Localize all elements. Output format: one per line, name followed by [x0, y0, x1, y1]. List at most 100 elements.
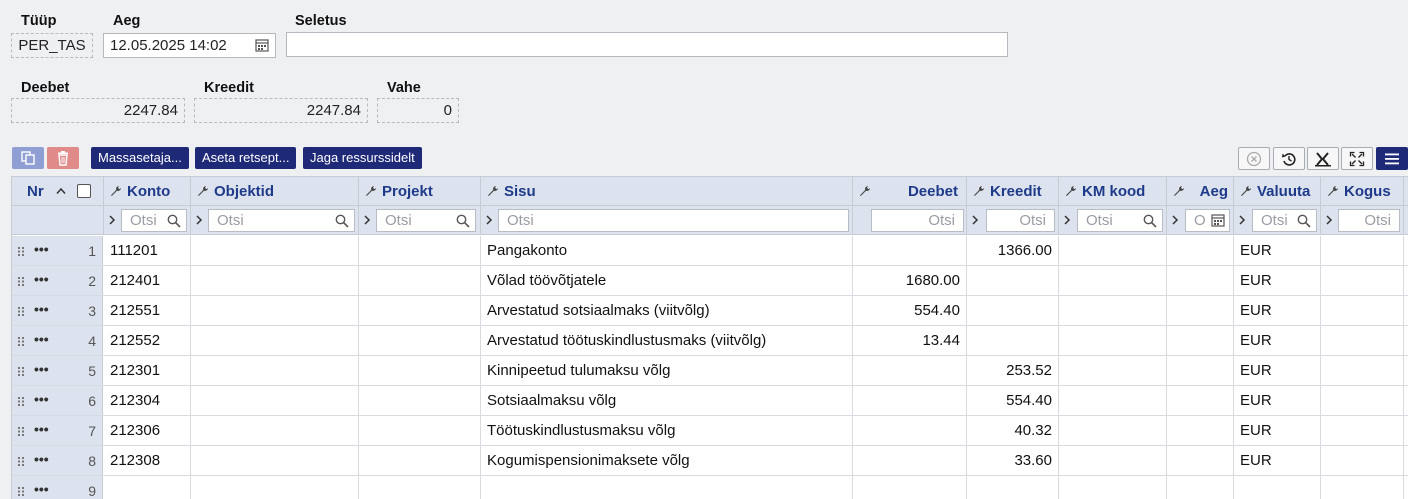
- cell-projekt[interactable]: [359, 296, 481, 325]
- filter-input-kreedit[interactable]: Otsi: [986, 209, 1055, 232]
- column-header-projekt[interactable]: Projekt: [359, 177, 481, 206]
- cell-km-kood[interactable]: [1059, 386, 1167, 415]
- cell-aeg[interactable]: [1167, 446, 1234, 475]
- cell-projekt[interactable]: [359, 236, 481, 265]
- column-header-nr[interactable]: Nr: [12, 177, 104, 206]
- excel-export-button[interactable]: [1307, 147, 1339, 170]
- cell-kreedit[interactable]: 33.60: [967, 446, 1059, 475]
- filter-input-konto[interactable]: Otsi: [121, 209, 187, 232]
- cell-valuuta[interactable]: EUR: [1234, 236, 1321, 265]
- cell-valuuta[interactable]: EUR: [1234, 356, 1321, 385]
- undo-button[interactable]: [1273, 147, 1305, 170]
- cell-kreedit[interactable]: 1366.00: [967, 236, 1059, 265]
- cell-projekt[interactable]: [359, 416, 481, 445]
- cell-aeg[interactable]: [1167, 326, 1234, 355]
- row-menu-icon[interactable]: •••: [34, 416, 49, 442]
- table-row[interactable]: ••• 8 212308 Kogumispensionimaksete võlg 33.…: [12, 446, 1408, 476]
- table-row[interactable]: ••• 7 212306 Töötuskindlustusmaksu võlg 40.3…: [12, 416, 1408, 446]
- cell-sisu[interactable]: Pangakonto: [481, 236, 853, 265]
- row-menu-icon[interactable]: •••: [34, 386, 49, 412]
- cell-konto[interactable]: 212308: [104, 446, 191, 475]
- drag-handle-icon[interactable]: [18, 307, 24, 316]
- cell-kreedit[interactable]: [967, 326, 1059, 355]
- cell-objektid[interactable]: [191, 326, 359, 355]
- cell-valuuta[interactable]: EUR: [1234, 296, 1321, 325]
- cell-kreedit[interactable]: [967, 296, 1059, 325]
- table-row[interactable]: ••• 4 212552 Arvestatud töötuskindlustusmak…: [12, 326, 1408, 356]
- chevron-right-icon[interactable]: [195, 214, 203, 226]
- fullscreen-button[interactable]: [1341, 147, 1373, 170]
- select-all-checkbox[interactable]: [77, 184, 91, 198]
- cell-konto[interactable]: 111201: [104, 236, 191, 265]
- chevron-right-icon[interactable]: [1063, 214, 1071, 226]
- table-row[interactable]: ••• 3 212551 Arvestatud sotsiaalmaks (viitv…: [12, 296, 1408, 326]
- column-header-km-kood[interactable]: KM kood: [1059, 177, 1167, 206]
- calendar-icon[interactable]: [255, 38, 269, 52]
- insert-recipe-button[interactable]: Aseta retsept...: [195, 147, 297, 169]
- column-header-kogus[interactable]: Kogus: [1321, 177, 1404, 206]
- table-row[interactable]: ••• 6 212304 Sotsiaalmaksu võlg 554.40 EUR: [12, 386, 1408, 416]
- clear-button[interactable]: [1238, 147, 1270, 170]
- cell-km-kood[interactable]: [1059, 236, 1167, 265]
- cell-kogus[interactable]: [1321, 266, 1404, 295]
- cell-objektid[interactable]: [191, 476, 359, 499]
- drag-handle-icon[interactable]: [18, 277, 24, 286]
- cell-deebet[interactable]: [853, 416, 967, 445]
- chevron-right-icon[interactable]: [1325, 214, 1333, 226]
- cell-projekt[interactable]: [359, 326, 481, 355]
- cell-sisu[interactable]: Kogumispensionimaksete võlg: [481, 446, 853, 475]
- cell-konto[interactable]: 212552: [104, 326, 191, 355]
- filter-input-projekt[interactable]: Otsi: [376, 209, 476, 232]
- cell-deebet[interactable]: 1680.00: [853, 266, 967, 295]
- cell-objektid[interactable]: [191, 446, 359, 475]
- cell-sisu[interactable]: Sotsiaalmaksu võlg: [481, 386, 853, 415]
- cell-km-kood[interactable]: [1059, 446, 1167, 475]
- drag-handle-icon[interactable]: [18, 367, 24, 376]
- row-menu-icon[interactable]: •••: [34, 356, 49, 382]
- column-menu-button[interactable]: [1376, 147, 1408, 170]
- desc-input[interactable]: [286, 32, 1008, 57]
- table-row[interactable]: ••• 1 111201 Pangakonto 1366.00 EUR: [12, 236, 1408, 266]
- drag-handle-icon[interactable]: [18, 427, 24, 436]
- cell-objektid[interactable]: [191, 296, 359, 325]
- column-header-konto[interactable]: Konto: [104, 177, 191, 206]
- row-menu-icon[interactable]: •••: [34, 476, 49, 499]
- cell-valuuta[interactable]: EUR: [1234, 416, 1321, 445]
- cell-sisu[interactable]: [481, 476, 853, 499]
- cell-konto[interactable]: [104, 476, 191, 499]
- column-header-deebet[interactable]: Deebet: [853, 177, 967, 206]
- delete-button[interactable]: [47, 147, 79, 169]
- cell-valuuta[interactable]: EUR: [1234, 326, 1321, 355]
- cell-aeg[interactable]: [1167, 236, 1234, 265]
- table-row[interactable]: ••• 5 212301 Kinnipeetud tulumaksu võlg 253.…: [12, 356, 1408, 386]
- chevron-right-icon[interactable]: [1238, 214, 1246, 226]
- cell-kogus[interactable]: [1321, 236, 1404, 265]
- cell-deebet[interactable]: [853, 356, 967, 385]
- row-menu-icon[interactable]: •••: [34, 446, 49, 472]
- cell-sisu[interactable]: Võlad töövõtjatele: [481, 266, 853, 295]
- cell-konto[interactable]: 212301: [104, 356, 191, 385]
- sort-asc-icon[interactable]: [56, 187, 66, 195]
- cell-projekt[interactable]: [359, 386, 481, 415]
- cell-deebet[interactable]: [853, 386, 967, 415]
- cell-deebet[interactable]: 554.40: [853, 296, 967, 325]
- cell-sisu[interactable]: Kinnipeetud tulumaksu võlg: [481, 356, 853, 385]
- cell-kreedit[interactable]: [967, 476, 1059, 499]
- table-row[interactable]: ••• 2 212401 Võlad töövõtjatele 1680.00 EUR: [12, 266, 1408, 296]
- time-field[interactable]: 12.05.2025 14:02: [103, 33, 276, 58]
- filter-input-valuuta[interactable]: Otsi: [1252, 209, 1317, 232]
- chevron-right-icon[interactable]: [1171, 214, 1179, 226]
- cell-km-kood[interactable]: [1059, 326, 1167, 355]
- cell-konto[interactable]: 212306: [104, 416, 191, 445]
- type-field[interactable]: PER_TAS: [11, 33, 93, 58]
- cell-kogus[interactable]: [1321, 446, 1404, 475]
- copy-button[interactable]: [12, 147, 44, 169]
- filter-input-km-kood[interactable]: Otsi: [1077, 209, 1163, 232]
- drag-handle-icon[interactable]: [18, 337, 24, 346]
- cell-kogus[interactable]: [1321, 356, 1404, 385]
- column-header-valuuta[interactable]: Valuuta: [1234, 177, 1321, 206]
- chevron-right-icon[interactable]: [971, 214, 979, 226]
- row-menu-icon[interactable]: •••: [34, 266, 49, 292]
- cell-kogus[interactable]: [1321, 476, 1404, 499]
- cell-konto[interactable]: 212304: [104, 386, 191, 415]
